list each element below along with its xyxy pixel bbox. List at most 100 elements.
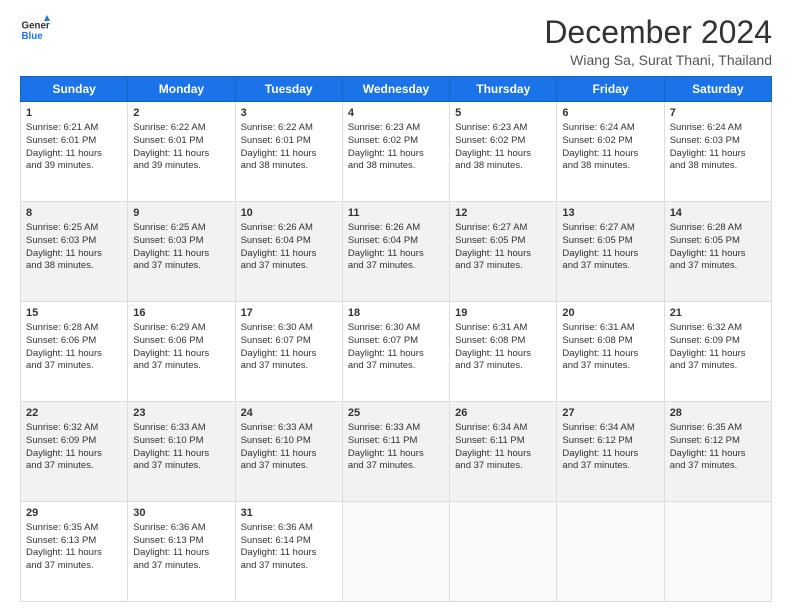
day-number: 2 xyxy=(133,106,229,121)
day-number: 20 xyxy=(562,306,658,321)
daylight-label: Daylight: 11 hoursand 38 minutes. xyxy=(26,248,102,272)
table-row: 10Sunrise: 6:26 AMSunset: 6:04 PMDayligh… xyxy=(235,202,342,302)
day-number: 7 xyxy=(670,106,766,121)
col-wednesday: Wednesday xyxy=(342,77,449,102)
sunrise-label: Sunrise: 6:22 AM xyxy=(133,122,205,133)
sunset-label: Sunset: 6:07 PM xyxy=(241,335,311,346)
sunrise-label: Sunrise: 6:24 AM xyxy=(562,122,634,133)
sunset-label: Sunset: 6:08 PM xyxy=(455,335,525,346)
sunset-label: Sunset: 6:13 PM xyxy=(133,535,203,546)
table-row: 16Sunrise: 6:29 AMSunset: 6:06 PMDayligh… xyxy=(128,302,235,402)
day-number: 10 xyxy=(241,206,337,221)
table-row: 6Sunrise: 6:24 AMSunset: 6:02 PMDaylight… xyxy=(557,102,664,202)
daylight-label: Daylight: 11 hoursand 37 minutes. xyxy=(348,248,424,272)
table-row: 2Sunrise: 6:22 AMSunset: 6:01 PMDaylight… xyxy=(128,102,235,202)
daylight-label: Daylight: 11 hoursand 37 minutes. xyxy=(26,348,102,372)
calendar-row: 1Sunrise: 6:21 AMSunset: 6:01 PMDaylight… xyxy=(21,102,772,202)
daylight-label: Daylight: 11 hoursand 37 minutes. xyxy=(26,448,102,472)
col-friday: Friday xyxy=(557,77,664,102)
sunrise-label: Sunrise: 6:35 AM xyxy=(670,422,742,433)
daylight-label: Daylight: 11 hoursand 37 minutes. xyxy=(562,348,638,372)
day-number: 16 xyxy=(133,306,229,321)
daylight-label: Daylight: 11 hoursand 38 minutes. xyxy=(562,148,638,172)
sunset-label: Sunset: 6:01 PM xyxy=(26,135,96,146)
table-row: 19Sunrise: 6:31 AMSunset: 6:08 PMDayligh… xyxy=(450,302,557,402)
sunset-label: Sunset: 6:08 PM xyxy=(562,335,632,346)
daylight-label: Daylight: 11 hoursand 37 minutes. xyxy=(670,448,746,472)
day-number: 25 xyxy=(348,406,444,421)
table-row xyxy=(664,502,771,602)
table-row: 31Sunrise: 6:36 AMSunset: 6:14 PMDayligh… xyxy=(235,502,342,602)
table-row: 8Sunrise: 6:25 AMSunset: 6:03 PMDaylight… xyxy=(21,202,128,302)
sunset-label: Sunset: 6:09 PM xyxy=(670,335,740,346)
sunset-label: Sunset: 6:13 PM xyxy=(26,535,96,546)
sunrise-label: Sunrise: 6:23 AM xyxy=(348,122,420,133)
header: General Blue December 2024 Wiang Sa, Sur… xyxy=(20,15,772,68)
day-number: 29 xyxy=(26,506,122,521)
table-row: 15Sunrise: 6:28 AMSunset: 6:06 PMDayligh… xyxy=(21,302,128,402)
sunset-label: Sunset: 6:03 PM xyxy=(133,235,203,246)
daylight-label: Daylight: 11 hoursand 38 minutes. xyxy=(670,148,746,172)
calendar-row: 15Sunrise: 6:28 AMSunset: 6:06 PMDayligh… xyxy=(21,302,772,402)
sunset-label: Sunset: 6:14 PM xyxy=(241,535,311,546)
sunset-label: Sunset: 6:06 PM xyxy=(133,335,203,346)
sunset-label: Sunset: 6:02 PM xyxy=(455,135,525,146)
sunset-label: Sunset: 6:02 PM xyxy=(562,135,632,146)
daylight-label: Daylight: 11 hoursand 37 minutes. xyxy=(348,348,424,372)
sunrise-label: Sunrise: 6:25 AM xyxy=(133,222,205,233)
daylight-label: Daylight: 11 hoursand 37 minutes. xyxy=(241,448,317,472)
day-number: 14 xyxy=(670,206,766,221)
table-row: 13Sunrise: 6:27 AMSunset: 6:05 PMDayligh… xyxy=(557,202,664,302)
table-row xyxy=(450,502,557,602)
sunset-label: Sunset: 6:07 PM xyxy=(348,335,418,346)
daylight-label: Daylight: 11 hoursand 37 minutes. xyxy=(26,547,102,571)
table-row: 25Sunrise: 6:33 AMSunset: 6:11 PMDayligh… xyxy=(342,402,449,502)
table-row: 26Sunrise: 6:34 AMSunset: 6:11 PMDayligh… xyxy=(450,402,557,502)
daylight-label: Daylight: 11 hoursand 37 minutes. xyxy=(241,547,317,571)
table-row: 24Sunrise: 6:33 AMSunset: 6:10 PMDayligh… xyxy=(235,402,342,502)
daylight-label: Daylight: 11 hoursand 37 minutes. xyxy=(348,448,424,472)
day-number: 31 xyxy=(241,506,337,521)
day-number: 21 xyxy=(670,306,766,321)
sunrise-label: Sunrise: 6:27 AM xyxy=(455,222,527,233)
daylight-label: Daylight: 11 hoursand 37 minutes. xyxy=(670,248,746,272)
table-row: 4Sunrise: 6:23 AMSunset: 6:02 PMDaylight… xyxy=(342,102,449,202)
table-row: 14Sunrise: 6:28 AMSunset: 6:05 PMDayligh… xyxy=(664,202,771,302)
table-row: 17Sunrise: 6:30 AMSunset: 6:07 PMDayligh… xyxy=(235,302,342,402)
table-row: 27Sunrise: 6:34 AMSunset: 6:12 PMDayligh… xyxy=(557,402,664,502)
day-number: 5 xyxy=(455,106,551,121)
location: Wiang Sa, Surat Thani, Thailand xyxy=(544,52,772,68)
sunrise-label: Sunrise: 6:33 AM xyxy=(133,422,205,433)
sunrise-label: Sunrise: 6:36 AM xyxy=(133,522,205,533)
sunrise-label: Sunrise: 6:27 AM xyxy=(562,222,634,233)
sunrise-label: Sunrise: 6:30 AM xyxy=(241,322,313,333)
svg-text:General: General xyxy=(22,21,51,32)
day-number: 28 xyxy=(670,406,766,421)
sunset-label: Sunset: 6:02 PM xyxy=(348,135,418,146)
daylight-label: Daylight: 11 hoursand 37 minutes. xyxy=(455,248,531,272)
sunset-label: Sunset: 6:01 PM xyxy=(133,135,203,146)
day-number: 27 xyxy=(562,406,658,421)
sunrise-label: Sunrise: 6:31 AM xyxy=(455,322,527,333)
day-number: 9 xyxy=(133,206,229,221)
sunset-label: Sunset: 6:05 PM xyxy=(455,235,525,246)
sunrise-label: Sunrise: 6:34 AM xyxy=(455,422,527,433)
daylight-label: Daylight: 11 hoursand 38 minutes. xyxy=(241,148,317,172)
sunrise-label: Sunrise: 6:28 AM xyxy=(670,222,742,233)
day-number: 18 xyxy=(348,306,444,321)
day-number: 11 xyxy=(348,206,444,221)
day-number: 1 xyxy=(26,106,122,121)
table-row: 12Sunrise: 6:27 AMSunset: 6:05 PMDayligh… xyxy=(450,202,557,302)
sunset-label: Sunset: 6:04 PM xyxy=(241,235,311,246)
table-row: 30Sunrise: 6:36 AMSunset: 6:13 PMDayligh… xyxy=(128,502,235,602)
sunset-label: Sunset: 6:09 PM xyxy=(26,435,96,446)
table-row: 28Sunrise: 6:35 AM Sunset: 6:12 PM Dayligh… xyxy=(664,402,771,502)
day-number: 13 xyxy=(562,206,658,221)
sunrise-label: Sunrise: 6:32 AM xyxy=(26,422,98,433)
day-number: 4 xyxy=(348,106,444,121)
logo-icon: General Blue xyxy=(20,15,50,45)
sunrise-label: Sunrise: 6:26 AM xyxy=(241,222,313,233)
table-row: 1Sunrise: 6:21 AMSunset: 6:01 PMDaylight… xyxy=(21,102,128,202)
sunset-label: Sunset: 6:12 PM xyxy=(670,435,740,446)
daylight-label: Daylight: 11 hoursand 37 minutes. xyxy=(455,348,531,372)
